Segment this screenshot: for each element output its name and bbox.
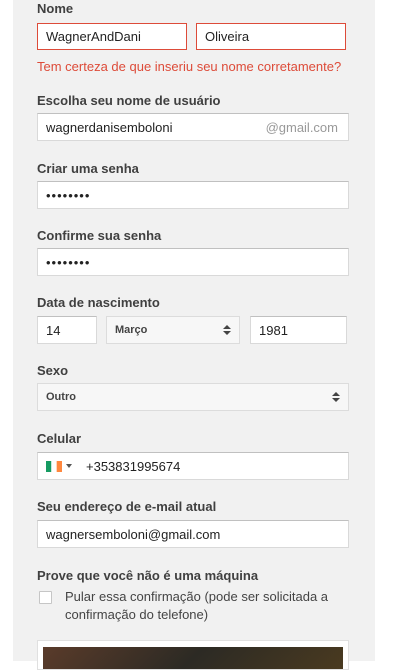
username-value: wagnerdanisemboloni: [46, 119, 173, 135]
select-arrows-icon: [223, 325, 231, 335]
captcha-image: [43, 647, 343, 669]
last-name-value: Oliveira: [205, 29, 250, 44]
username-label: Escolha seu nome de usuário: [37, 93, 221, 108]
current-email-value: wagnersemboloni@gmail.com: [46, 526, 221, 542]
birth-year-input[interactable]: 1981: [250, 316, 347, 344]
birthdate-label: Data de nascimento: [37, 295, 160, 310]
first-name-input[interactable]: WagnerAndDani: [37, 23, 187, 50]
gender-value: Outro: [46, 391, 76, 403]
captcha-box: [37, 640, 349, 670]
password-value: ••••••••: [46, 187, 91, 203]
last-name-input[interactable]: Oliveira: [196, 23, 346, 50]
captcha-label: Prove que você não é uma máquina: [37, 568, 259, 583]
skip-captcha-checkbox[interactable]: [39, 591, 52, 604]
confirm-password-label: Confirme sua senha: [37, 228, 162, 243]
gender-label: Sexo: [37, 363, 69, 378]
birth-year-value: 1981: [259, 322, 288, 338]
phone-input[interactable]: +353831995674: [37, 452, 349, 480]
phone-label: Celular: [37, 431, 82, 446]
gmail-suffix: @gmail.com: [265, 119, 338, 135]
chevron-down-icon: [66, 464, 72, 468]
gender-select[interactable]: Outro: [37, 383, 349, 411]
password-input[interactable]: ••••••••: [37, 181, 349, 209]
name-label: Nome: [37, 1, 74, 16]
phone-value: +353831995674: [86, 458, 181, 474]
birth-day-input[interactable]: 14: [37, 316, 97, 344]
country-flag-dropdown[interactable]: [46, 460, 72, 472]
birth-month-value: Março: [115, 324, 148, 336]
select-arrows-icon: [332, 392, 340, 402]
username-input[interactable]: wagnerdanisemboloni @gmail.com: [37, 113, 349, 141]
password-label: Criar uma senha: [37, 161, 139, 176]
skip-captcha-text: Pular essa confirmação (pode ser solicit…: [65, 589, 329, 622]
current-email-input[interactable]: wagnersemboloni@gmail.com: [37, 520, 349, 548]
current-email-label: Seu endereço de e-mail atual: [37, 499, 217, 514]
birth-month-select[interactable]: Março: [106, 316, 240, 344]
birth-day-value: 14: [46, 322, 61, 338]
confirm-password-value: ••••••••: [46, 254, 91, 270]
confirm-password-input[interactable]: ••••••••: [37, 248, 349, 276]
ireland-flag-icon: [46, 460, 62, 472]
name-error-message: Tem certeza de que inseriu seu nome corr…: [37, 59, 342, 74]
first-name-value: WagnerAndDani: [46, 29, 141, 44]
